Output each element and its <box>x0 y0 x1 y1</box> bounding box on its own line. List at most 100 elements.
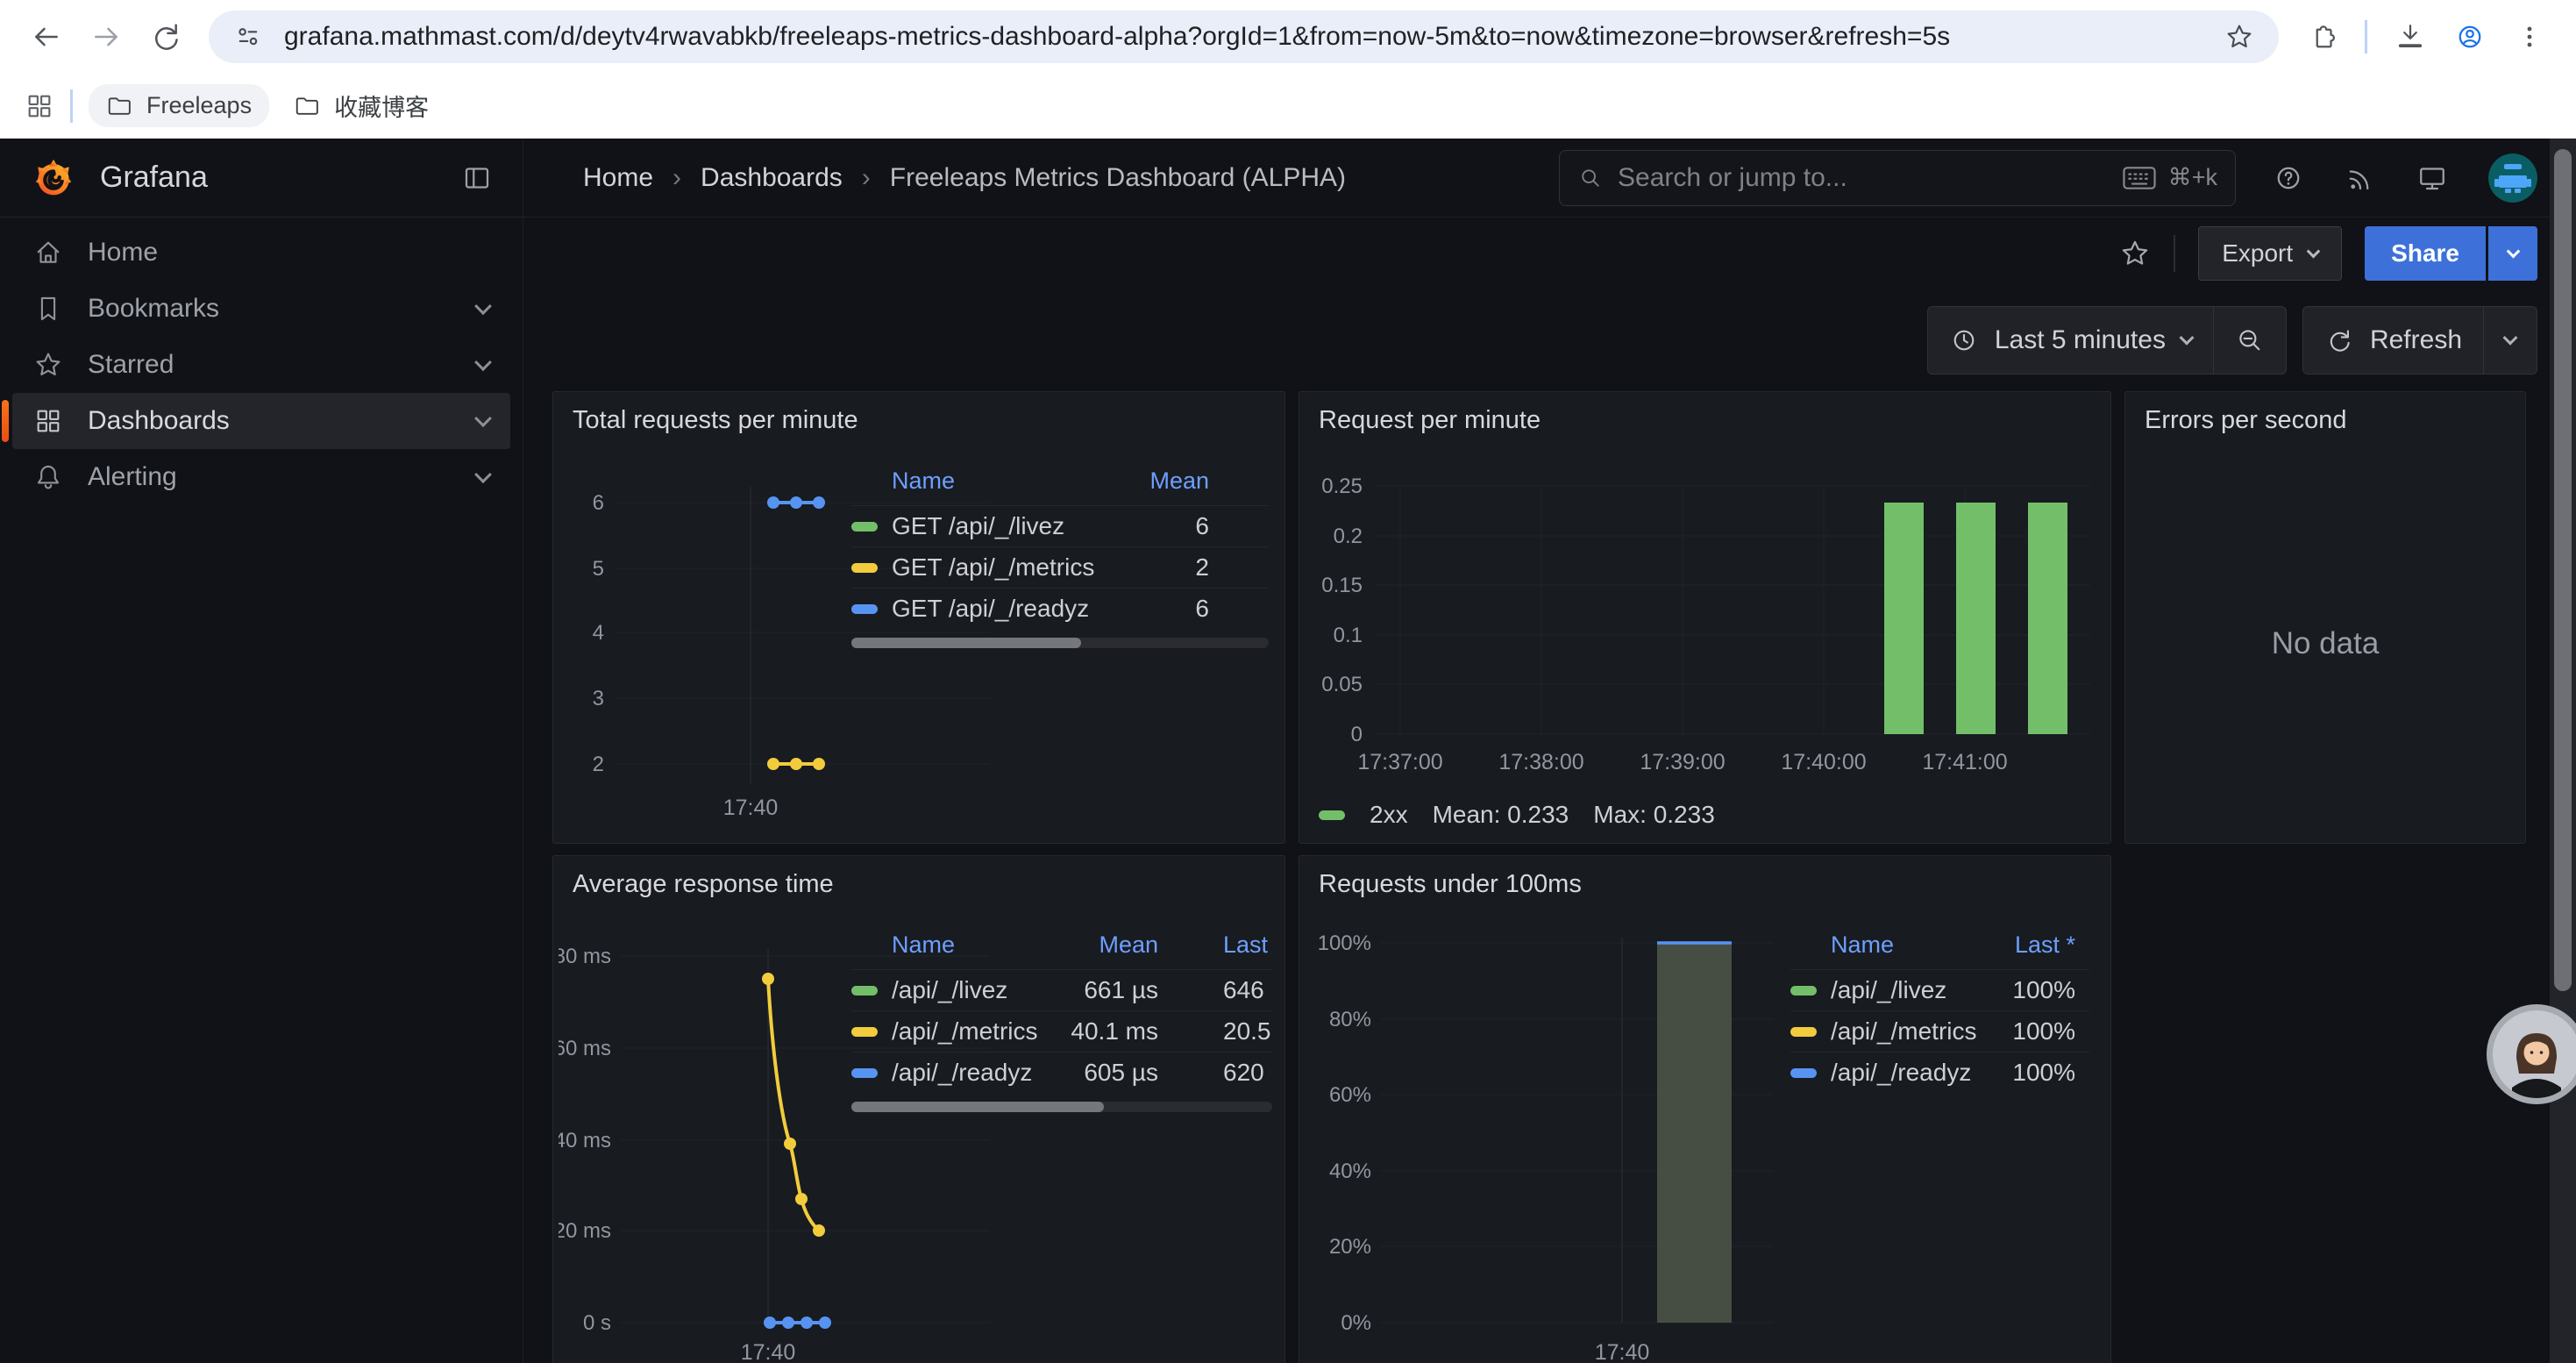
site-settings-icon <box>233 22 263 52</box>
legend-col-name[interactable]: Name <box>892 931 1067 959</box>
search-input[interactable]: Search or jump to... ⌘+k <box>1559 150 2236 206</box>
sidebar-item-starred[interactable]: Starred <box>12 337 510 393</box>
share-dropdown-button[interactable] <box>2488 226 2537 281</box>
legend-inner: Name Mean Last * /api/_/livez 661 µs 646 <box>851 930 1272 1093</box>
series-color-pill <box>1790 1068 1817 1078</box>
apps-grid-icon[interactable] <box>25 91 54 121</box>
legend-table: Name Mean Last * /api/_/livez 661 µs 646 <box>851 930 1272 1112</box>
chevron-down-icon <box>2506 244 2520 258</box>
series-name[interactable]: /api/_/metrics <box>1831 1017 2012 1045</box>
bookmarks-bar: Freeleaps 收藏博客 <box>0 74 2576 139</box>
panel-title[interactable]: Total requests per minute <box>553 392 1284 449</box>
panel-title[interactable]: Requests under 100ms <box>1299 856 2110 913</box>
scrollbar-thumb[interactable] <box>2554 149 2572 991</box>
legend-row: /api/_/readyz 100% <box>1790 1052 2089 1093</box>
legend-scrollbar[interactable] <box>851 638 1269 648</box>
back-icon <box>29 19 64 54</box>
panel-title[interactable]: Request per minute <box>1299 392 2110 449</box>
svg-text:80 ms: 80 ms <box>559 945 611 968</box>
series-name[interactable]: /api/_/livez <box>892 976 1067 1004</box>
browser-chrome: grafana.mathmast.com/d/deytv4rwavabkb/fr… <box>0 0 2576 139</box>
chevron-down-icon <box>2503 331 2518 346</box>
floating-assistant-avatar[interactable] <box>2487 1004 2576 1104</box>
series-name[interactable]: GET /api/_/livez <box>892 512 1195 540</box>
series-max: Max: 0.233 <box>1593 801 1715 829</box>
series-last: 100% <box>2012 1017 2089 1045</box>
forward-button[interactable] <box>81 11 132 62</box>
bookmark-folder-freeleaps[interactable]: Freeleaps <box>89 84 269 127</box>
series-name[interactable]: /api/_/metrics <box>892 1017 1067 1045</box>
series-name[interactable]: 2xx <box>1370 801 1408 829</box>
refresh-button[interactable]: Refresh <box>2303 307 2483 374</box>
breadcrumb-dashboards[interactable]: Dashboards <box>701 163 843 193</box>
svg-text:20%: 20% <box>1329 1235 1371 1259</box>
panel-title[interactable]: Errors per second <box>2125 392 2525 449</box>
export-button[interactable]: Export <box>2198 226 2342 281</box>
legend-col-last[interactable]: Last * <box>2015 931 2089 959</box>
legend-row: /api/_/metrics 100% <box>1790 1010 2089 1052</box>
sidebar-header: Grafana <box>0 139 523 218</box>
page-scrollbar[interactable] <box>2550 139 2576 1363</box>
svg-text:0.25: 0.25 <box>1321 475 1363 498</box>
legend-scrollbar[interactable] <box>851 1102 1272 1112</box>
series-color-pill <box>851 604 878 614</box>
svg-text:6: 6 <box>593 491 604 515</box>
clock-icon <box>1949 325 1979 355</box>
series-mean: 40.1 ms <box>1067 1017 1158 1045</box>
share-button[interactable]: Share <box>2365 226 2486 281</box>
series-name[interactable]: /api/_/readyz <box>1831 1059 2012 1087</box>
legend-col-last[interactable]: Last * <box>1223 931 1272 959</box>
legend-col-name[interactable]: Name <box>892 467 955 495</box>
monitor-icon[interactable] <box>2416 162 2448 194</box>
svg-text:17:40: 17:40 <box>723 796 779 820</box>
chevron-down-icon <box>474 410 492 427</box>
dashboard-grid: Total requests per minute 6 5 4 3 2 17:4… <box>523 391 2576 1363</box>
profile-button[interactable] <box>2444 11 2495 62</box>
grafana-logo-icon[interactable] <box>30 154 77 202</box>
time-range-picker[interactable]: Last 5 minutes <box>1928 307 2213 374</box>
legend-col-mean[interactable]: Mean <box>1067 931 1158 959</box>
svg-text:40%: 40% <box>1329 1160 1371 1183</box>
bookmark-star-icon[interactable] <box>2224 22 2254 52</box>
bookmark-folder-blogs[interactable]: 收藏博客 <box>276 81 446 131</box>
favorite-star-icon[interactable] <box>2119 238 2151 269</box>
reload-button[interactable] <box>140 11 191 62</box>
legend-table: Name Last * /api/_/livez 100% /api/_/met… <box>1790 930 2089 1093</box>
legend-col-mean[interactable]: Mean <box>1149 467 1269 495</box>
actions-divider <box>2174 235 2175 272</box>
panel-title[interactable]: Average response time <box>553 856 1284 913</box>
rss-icon[interactable] <box>2345 162 2376 194</box>
panel-errors-per-second: Errors per second No data <box>2124 391 2526 844</box>
search-shortcut: ⌘+k <box>2123 164 2217 191</box>
bar-2xx <box>1956 503 1996 734</box>
download-icon <box>2395 21 2426 53</box>
series-name[interactable]: GET /api/_/readyz <box>892 595 1195 623</box>
user-avatar[interactable] <box>2488 153 2537 203</box>
sidebar-item-dashboards[interactable]: Dashboards <box>12 393 510 449</box>
browser-menu-button[interactable] <box>2504 11 2555 62</box>
sidebar-item-label: Starred <box>88 350 174 380</box>
downloads-button[interactable] <box>2385 11 2436 62</box>
series-name[interactable]: /api/_/livez <box>1831 976 2012 1004</box>
sidebar-collapse-button[interactable] <box>461 162 493 194</box>
svg-text:17:37:00: 17:37:00 <box>1357 750 1442 774</box>
extensions-button[interactable] <box>2296 11 2347 62</box>
series-name[interactable]: GET /api/_/metrics <box>892 553 1195 582</box>
back-button[interactable] <box>21 11 72 62</box>
zoom-out-button[interactable] <box>2214 307 2286 374</box>
help-icon[interactable] <box>2273 162 2304 194</box>
breadcrumb-home[interactable]: Home <box>583 163 653 193</box>
series-name[interactable]: /api/_/readyz <box>892 1059 1067 1087</box>
sidebar-item-alerting[interactable]: Alerting <box>12 449 510 505</box>
url-bar[interactable]: grafana.mathmast.com/d/deytv4rwavabkb/fr… <box>209 11 2279 63</box>
sidebar-item-bookmarks[interactable]: Bookmarks <box>12 281 510 337</box>
shortcut-text: ⌘+k <box>2168 164 2217 191</box>
panel-requests-under-100ms: Requests under 100ms 100% 80% 60% 40% 20… <box>1299 855 2111 1363</box>
time-range-label: Last 5 minutes <box>1995 325 2166 355</box>
sidebar-item-home[interactable]: Home <box>12 225 510 281</box>
legend-col-name[interactable]: Name <box>1831 931 1894 959</box>
legend-row: /api/_/livez 661 µs 646 <box>851 969 1272 1010</box>
request-per-minute-chart: 0.25 0.2 0.15 0.1 0.05 0 17:37:00 17:38:… <box>1308 448 2097 834</box>
series-mean: 605 µs <box>1067 1059 1158 1087</box>
refresh-interval-button[interactable] <box>2484 307 2537 374</box>
